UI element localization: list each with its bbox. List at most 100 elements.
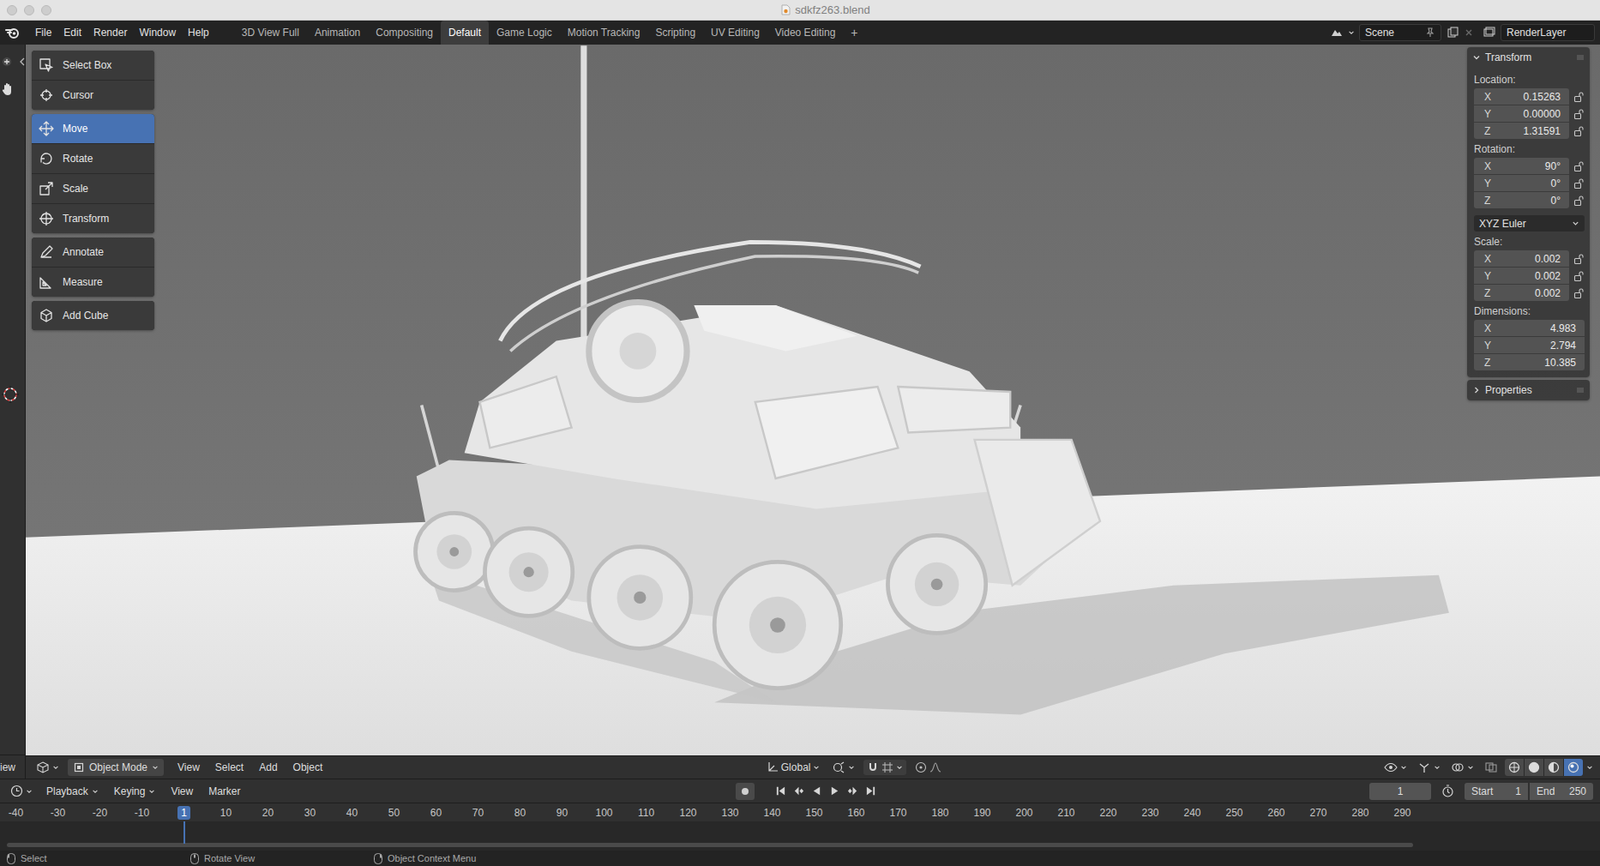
tool-button[interactable]: Cursor: [31, 80, 155, 110]
number-field[interactable]: Z0°: [1473, 192, 1570, 209]
transport-button[interactable]: [861, 782, 879, 800]
3d-cursor-icon[interactable]: [1, 385, 19, 404]
panel-header[interactable]: Properties: [1467, 379, 1590, 401]
scene-field[interactable]: Scene: [1359, 24, 1442, 42]
number-field[interactable]: Z1.31591: [1473, 122, 1570, 139]
editor-type-button[interactable]: [6, 782, 37, 800]
unlocked-icon[interactable]: [1572, 177, 1585, 190]
workspace-tab[interactable]: Default: [440, 20, 489, 45]
workspace-tab[interactable]: Video Editing: [767, 20, 844, 45]
tool-button[interactable]: Scale: [31, 174, 155, 204]
close-icon[interactable]: [1463, 27, 1474, 38]
tool-button[interactable]: Annotate: [31, 237, 155, 267]
start-frame-field[interactable]: Start1: [1464, 782, 1528, 800]
unlocked-icon[interactable]: [1572, 160, 1585, 173]
unlocked-icon[interactable]: [1572, 194, 1585, 207]
transport-button[interactable]: [843, 782, 861, 800]
render-layer-icon[interactable]: [1482, 26, 1497, 39]
gizmo-toggle[interactable]: [1413, 759, 1444, 776]
current-frame-field[interactable]: 1: [1369, 782, 1432, 800]
3d-viewport[interactable]: Select BoxCursorMoveRotateScaleTransform…: [25, 44, 1600, 756]
workspace-tab[interactable]: UV Editing: [703, 20, 768, 45]
grip-icon[interactable]: [1575, 53, 1585, 62]
menu-item[interactable]: File: [29, 23, 58, 43]
auto-keying-button[interactable]: [735, 782, 755, 800]
hand-icon[interactable]: [1, 82, 14, 97]
view-layer-field[interactable]: RenderLayer: [1500, 24, 1595, 42]
menu-item[interactable]: Edit: [57, 23, 88, 43]
unlocked-icon[interactable]: [1572, 108, 1585, 121]
number-field[interactable]: Y2.794: [1473, 336, 1585, 354]
unlocked-icon[interactable]: [1572, 252, 1585, 265]
menu-item[interactable]: Window: [132, 23, 182, 43]
editor-type-button[interactable]: [32, 759, 63, 776]
timeline-ruler[interactable]: -40-30-20-101102030405060708090100110120…: [0, 802, 1600, 822]
number-field[interactable]: Z0.002: [1473, 284, 1570, 301]
transport-button[interactable]: [771, 782, 789, 800]
header-menu[interactable]: View: [172, 759, 205, 776]
workspace-tab[interactable]: 3D View Full: [234, 20, 307, 45]
workspace-tab[interactable]: Scripting: [647, 20, 704, 45]
shading-button[interactable]: [1563, 758, 1583, 776]
header-menu[interactable]: Object: [288, 759, 329, 776]
number-field[interactable]: X4.983: [1473, 319, 1585, 337]
workspace-tab[interactable]: Game Logic: [488, 20, 560, 45]
chevron-down-icon[interactable]: [1586, 763, 1594, 771]
unlocked-icon[interactable]: [1572, 287, 1585, 300]
unlocked-icon[interactable]: [1572, 125, 1585, 138]
end-frame-field[interactable]: End250: [1529, 782, 1594, 800]
horizontal-scrollbar[interactable]: [6, 842, 1414, 848]
workspace-tab[interactable]: Motion Tracking: [559, 20, 649, 45]
proportional-edit-toggle[interactable]: [911, 759, 945, 776]
workspace-tab[interactable]: Compositing: [367, 20, 441, 45]
tool-button[interactable]: Transform: [31, 204, 155, 234]
number-field[interactable]: X0.002: [1473, 250, 1570, 267]
mode-dropdown[interactable]: Object Mode: [67, 758, 164, 776]
shading-button[interactable]: [1544, 758, 1564, 776]
transport-button[interactable]: [807, 782, 825, 800]
chevron-down-icon[interactable]: [1347, 29, 1355, 37]
add-icon[interactable]: [1, 56, 13, 67]
duplicate-scene-icon[interactable]: [1445, 25, 1460, 40]
overlays-toggle[interactable]: [1447, 759, 1478, 776]
xray-toggle[interactable]: [1480, 759, 1502, 776]
orientation-dropdown[interactable]: Global: [763, 759, 825, 776]
tool-button[interactable]: Rotate: [31, 144, 155, 174]
header-menu[interactable]: Keying: [108, 783, 162, 800]
header-menu[interactable]: Select: [210, 759, 249, 776]
scene-icon[interactable]: [1329, 26, 1344, 39]
window-control-icon[interactable]: [6, 5, 18, 16]
number-field[interactable]: Y0.00000: [1473, 105, 1570, 122]
visibility-dropdown[interactable]: [1380, 759, 1411, 776]
header-menu[interactable]: Playback: [41, 783, 104, 800]
snap-toggle[interactable]: [863, 759, 907, 776]
grip-icon[interactable]: [1575, 385, 1585, 395]
panel-header[interactable]: Transform: [1467, 47, 1590, 68]
header-label[interactable]: iew: [0, 761, 16, 774]
header-menu[interactable]: Marker: [203, 783, 246, 800]
menu-item[interactable]: Help: [181, 23, 216, 43]
window-control-icon[interactable]: [41, 5, 52, 16]
timeline-body[interactable]: [0, 821, 1600, 851]
tool-button[interactable]: Select Box: [31, 50, 155, 80]
transport-button[interactable]: [789, 782, 807, 800]
transport-button[interactable]: [825, 782, 843, 800]
workspace-tab[interactable]: Animation: [306, 20, 368, 45]
shading-button[interactable]: [1524, 758, 1544, 776]
header-menu[interactable]: Add: [253, 759, 283, 776]
menu-item[interactable]: Render: [87, 23, 133, 43]
window-control-icon[interactable]: [24, 5, 35, 16]
unlocked-icon[interactable]: [1572, 90, 1585, 103]
rotation-mode-dropdown[interactable]: XYZ Euler: [1473, 215, 1585, 232]
header-menu[interactable]: View: [165, 783, 199, 800]
tool-button[interactable]: Measure: [31, 267, 155, 297]
blender-logo-icon[interactable]: [5, 25, 21, 40]
stopwatch-icon[interactable]: [1441, 784, 1455, 798]
number-field[interactable]: Y0.002: [1473, 267, 1570, 284]
number-field[interactable]: Y0°: [1473, 174, 1570, 192]
shading-button[interactable]: [1504, 758, 1524, 776]
tool-button[interactable]: Move: [31, 114, 155, 144]
number-field[interactable]: X90°: [1473, 157, 1570, 175]
pivot-dropdown[interactable]: [828, 759, 859, 776]
number-field[interactable]: X0.15263: [1473, 88, 1570, 105]
